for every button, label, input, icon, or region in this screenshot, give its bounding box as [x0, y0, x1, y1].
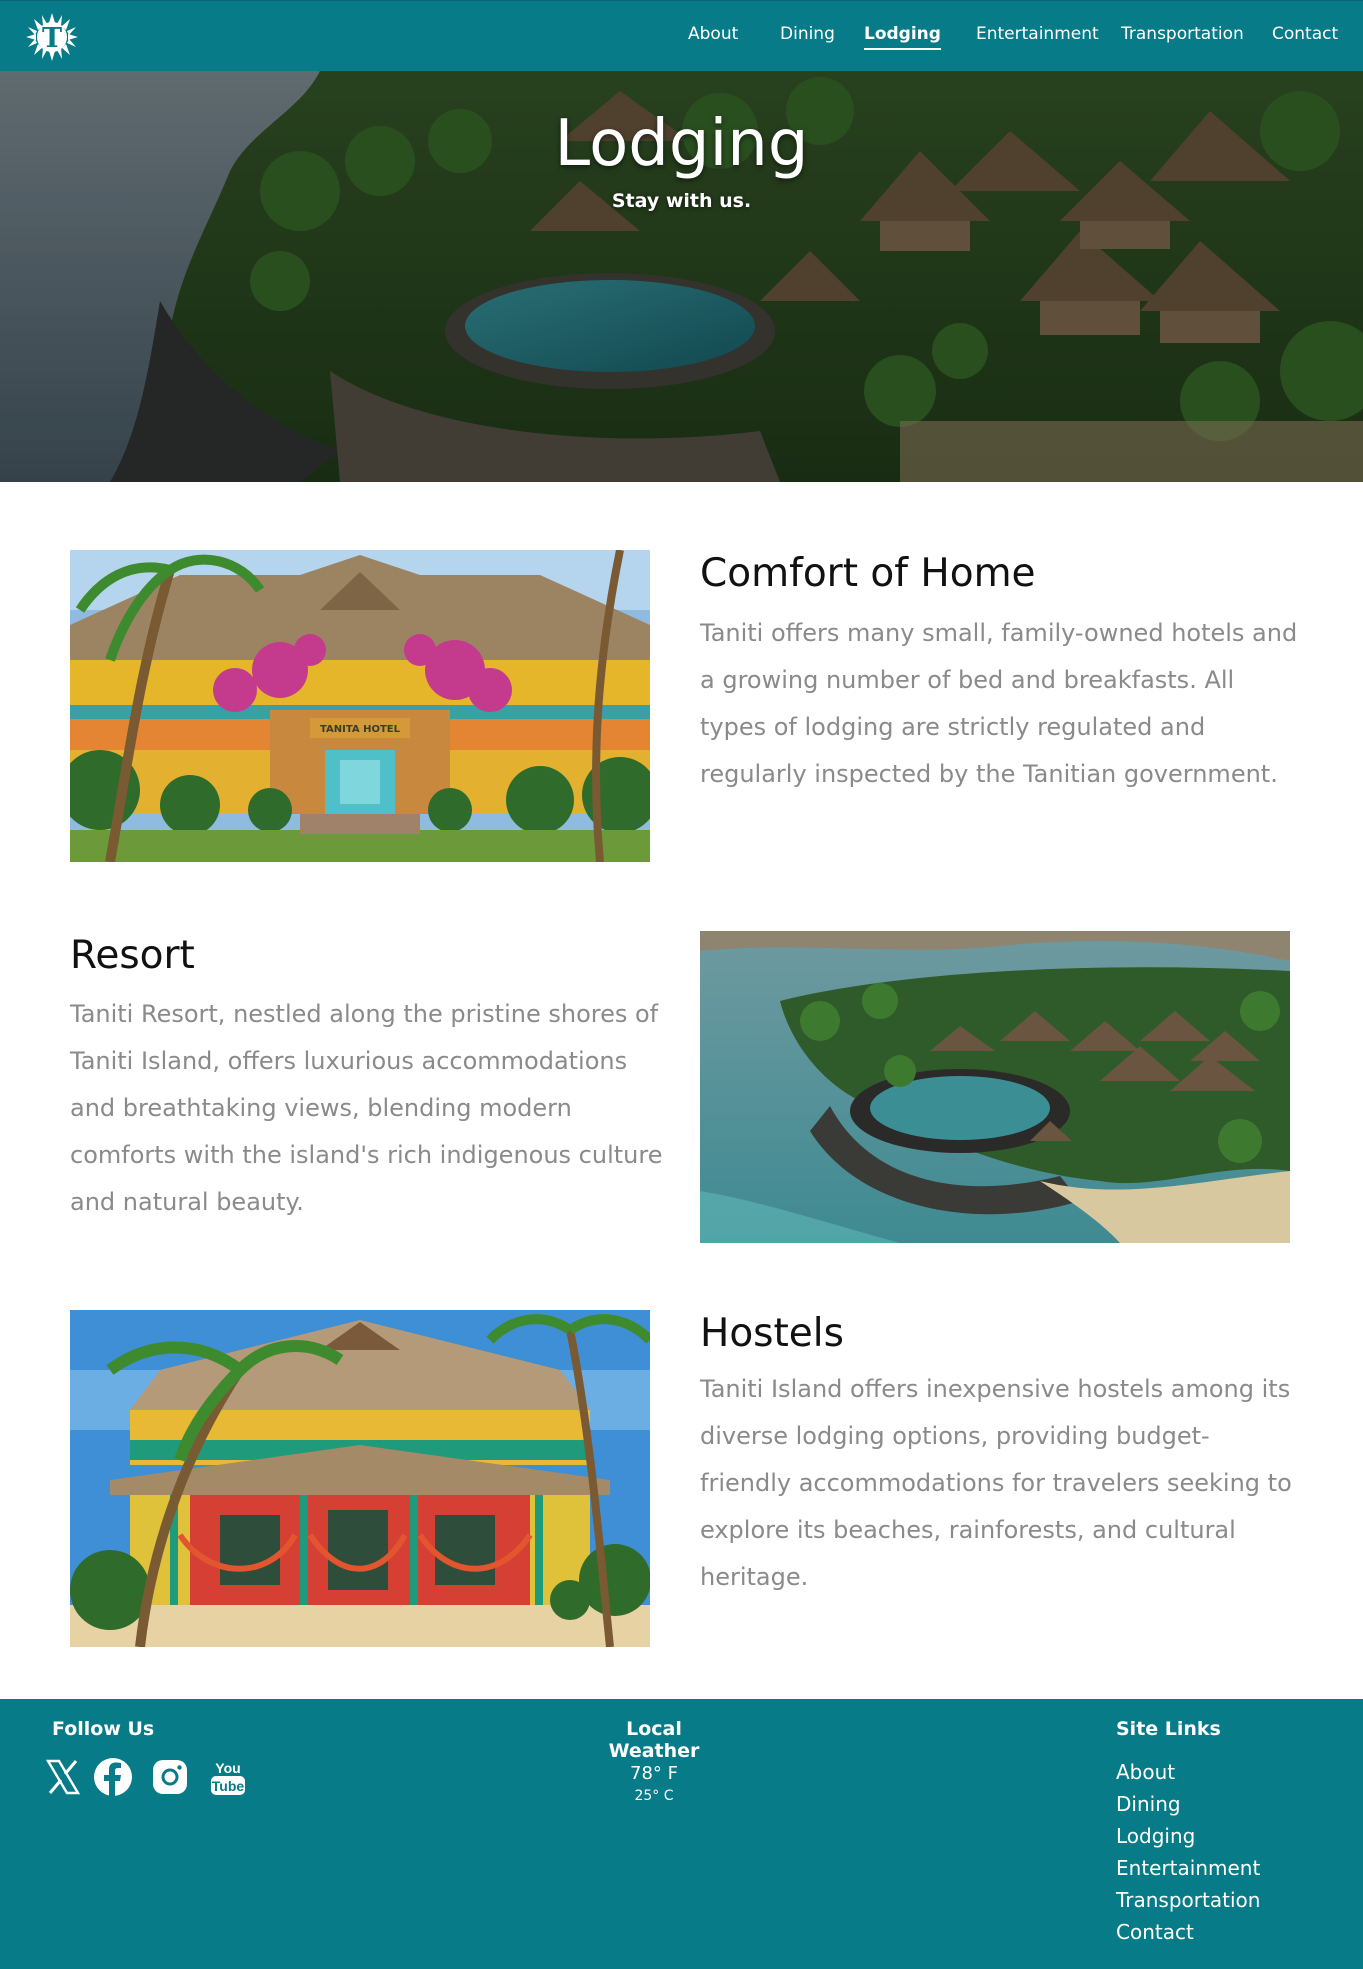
- hotel-image: TANITA HOTEL: [70, 550, 650, 862]
- logo-icon[interactable]: T: [22, 11, 82, 63]
- nav-entertainment[interactable]: Entertainment: [976, 24, 1099, 44]
- hostel-image: [70, 1310, 650, 1647]
- temperature-celsius: 25° C: [634, 1788, 674, 1804]
- footer: Follow Us You Tube Local Weather 78° F 2…: [0, 1699, 1363, 1969]
- temperature-fahrenheit: 78° F: [630, 1763, 678, 1784]
- instagram-icon[interactable]: [150, 1757, 190, 1797]
- youtube-icon[interactable]: You Tube: [208, 1757, 248, 1797]
- top-nav: T About Dining Lodging Entertainment Tra…: [0, 0, 1363, 71]
- section-title-hostels: Hostels: [700, 1311, 844, 1356]
- local-weather-heading: Local Weather: [608, 1718, 700, 1762]
- section-text-comfort: Taniti offers many small, family-owned h…: [700, 619, 1298, 788]
- footer-link-dining[interactable]: Dining: [1116, 1792, 1181, 1816]
- hero-title: Lodging: [554, 107, 809, 181]
- footer-link-transportation[interactable]: Transportation: [1116, 1888, 1260, 1912]
- footer-link-entertainment[interactable]: Entertainment: [1116, 1856, 1260, 1880]
- follow-us-heading: Follow Us: [52, 1718, 155, 1740]
- nav-lodging[interactable]: Lodging: [864, 24, 941, 50]
- resort-image: [700, 931, 1290, 1243]
- nav-about[interactable]: About: [688, 24, 738, 44]
- footer-link-lodging[interactable]: Lodging: [1116, 1824, 1195, 1848]
- nav-transportation[interactable]: Transportation: [1121, 24, 1244, 44]
- hotel-sign: TANITA HOTEL: [320, 724, 401, 735]
- facebook-icon[interactable]: [93, 1757, 133, 1797]
- nav-contact[interactable]: Contact: [1272, 24, 1338, 44]
- site-links-heading: Site Links: [1116, 1718, 1221, 1740]
- hero-subtitle: Stay with us.: [611, 190, 752, 212]
- x-icon[interactable]: [43, 1757, 83, 1797]
- nav-dining[interactable]: Dining: [780, 24, 835, 44]
- hero-banner: Lodging Stay with us.: [0, 71, 1363, 482]
- youtube-text-bottom: Tube: [212, 1778, 245, 1794]
- logo-letter: T: [42, 23, 62, 54]
- footer-link-about[interactable]: About: [1116, 1760, 1175, 1784]
- youtube-text-top: You: [215, 1760, 240, 1776]
- footer-link-contact[interactable]: Contact: [1116, 1920, 1194, 1944]
- section-title-comfort: Comfort of Home: [700, 551, 1036, 596]
- section-title-resort: Resort: [70, 933, 195, 978]
- section-text-hostels: Taniti Island offers inexpensive hostels…: [700, 1375, 1292, 1591]
- section-text-resort: Taniti Resort, nestled along the pristin…: [70, 1000, 663, 1216]
